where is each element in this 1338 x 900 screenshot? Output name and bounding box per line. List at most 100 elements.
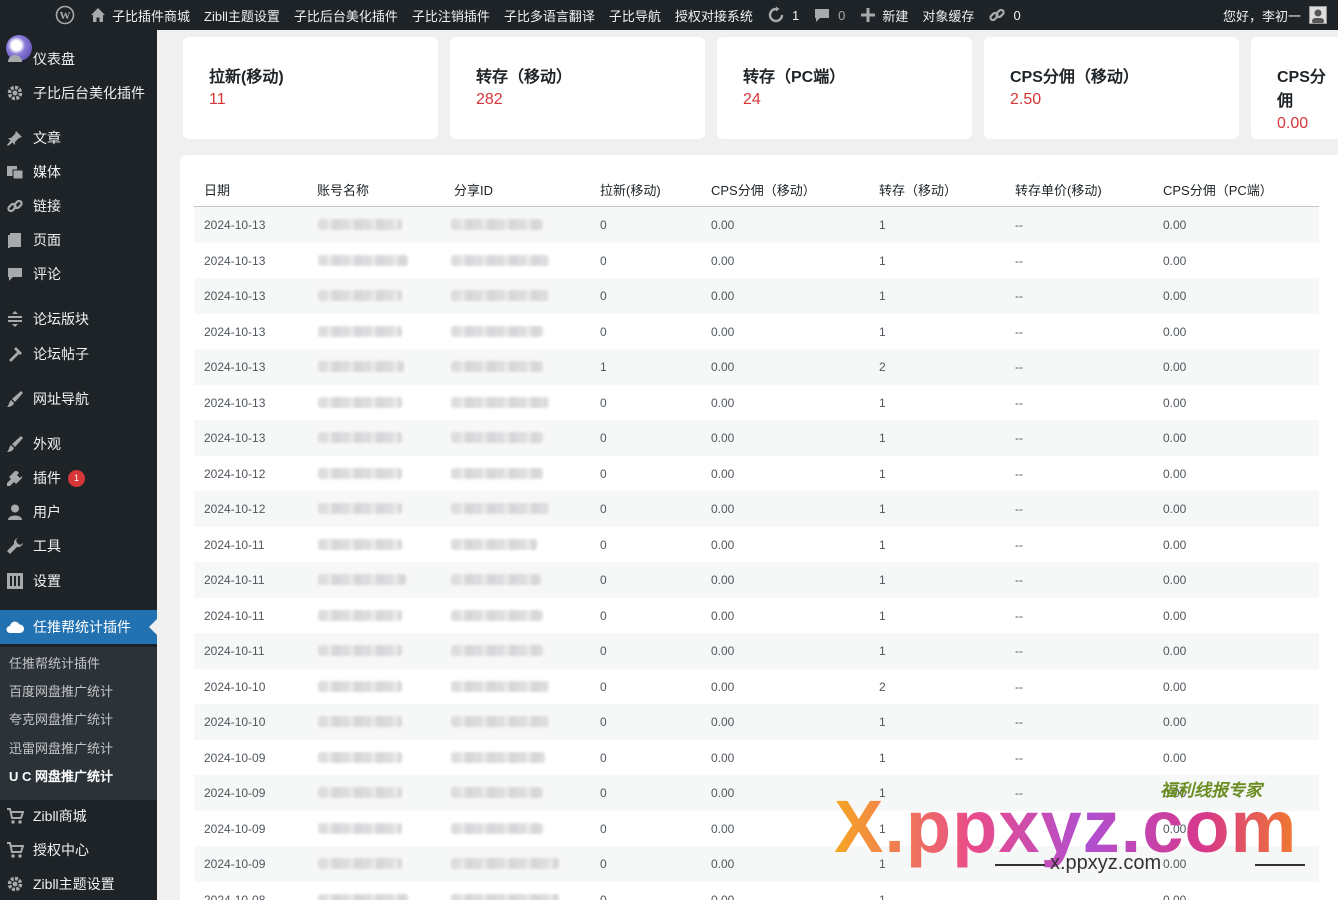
sidebar-item-users[interactable]: 用户 — [0, 495, 157, 529]
cell-cps: 0.00 — [711, 360, 735, 374]
cell-date: 2024-10-13 — [204, 218, 266, 232]
cell-price: -- — [1015, 466, 1023, 481]
submenu-item-overview[interactable]: 任推帮统计插件 — [9, 654, 100, 674]
cell-cpspc: 0.00 — [1163, 715, 1187, 729]
cell-price: -- — [1015, 750, 1023, 765]
stat-card-new-users-mobile: 拉新(移动) 11 — [183, 37, 438, 139]
submenu-item-uc[interactable]: U C 网盘推广统计 — [9, 767, 113, 787]
sidebar-item-dashboard[interactable]: 仪表盘 — [0, 42, 157, 76]
sidebar-item-settings[interactable]: 设置 — [0, 564, 157, 598]
blurred-share-id — [451, 645, 543, 656]
cell-lx: 0 — [600, 324, 607, 339]
adminbar-object-cache[interactable]: 对象缓存 — [915, 0, 981, 30]
cell-date: 2024-10-13 — [204, 431, 266, 445]
sidebar-item-posts[interactable]: 文章 — [0, 121, 157, 155]
cell-price: -- — [1015, 821, 1023, 836]
cell-zc: 1 — [879, 892, 886, 900]
sidebar-item-forum-posts[interactable]: 论坛帖子 — [0, 337, 157, 371]
sidebar-item-plugins[interactable]: 插件 1 — [0, 461, 157, 495]
account-greeting[interactable]: 您好，李初一 — [1216, 0, 1334, 30]
cell-cps: 0.00 — [711, 324, 735, 339]
sidebar-item-forum-sections[interactable]: 论坛版块 — [0, 302, 157, 336]
adminbar-updates[interactable]: 1 — [760, 0, 806, 30]
sidebar-item-appearance[interactable]: 外观 — [0, 427, 157, 461]
updates-count: 1 — [791, 7, 800, 23]
cell-cpspc: 0.00 — [1163, 289, 1187, 303]
blurred-account-name — [318, 503, 402, 514]
cell-date: 2024-10-13 — [204, 324, 266, 339]
cell-lx: 0 — [600, 644, 607, 658]
cell-zc: 1 — [879, 786, 886, 800]
sidebar-item-label: 文章 — [33, 130, 61, 146]
blurred-share-id — [451, 680, 549, 692]
stat-card-saves-pc: 转存（PC端） 24 — [717, 37, 972, 139]
adminbar-item-admin-beautify[interactable]: 子比后台美化插件 — [287, 0, 405, 30]
col-date: 日期 — [204, 183, 231, 198]
sidebar-item-label: 网址导航 — [33, 391, 89, 407]
blurred-account-name — [318, 716, 402, 727]
cell-zc: 1 — [879, 431, 886, 445]
sidebar-item-media[interactable]: 媒体 — [0, 155, 157, 189]
sidebar-item-comments[interactable]: 评论 — [0, 257, 157, 291]
cell-cps: 0.00 — [711, 892, 735, 900]
pin-icon — [5, 128, 25, 148]
cell-lx: 0 — [600, 750, 607, 765]
table-row: 2024-10-13 0 0.00 1 -- 0.00 — [194, 385, 1319, 421]
sidebar-item-admin-beautify[interactable]: 子比后台美化插件 — [0, 76, 157, 110]
col-cps-pc: CPS分佣（PC端） — [1163, 183, 1273, 198]
cell-price: -- — [1015, 537, 1023, 552]
adminbar-item-shop[interactable]: 子比插件商城 — [82, 0, 197, 30]
submenu-item-quark[interactable]: 夸克网盘推广统计 — [9, 710, 113, 730]
table-row: 2024-10-11 0 0.00 1 -- 0.00 — [194, 562, 1319, 598]
stats-table-panel: 日期 账号名称 分享ID 拉新(移动) CPS分佣（移动） 转存（移动） 转存单… — [180, 155, 1338, 900]
sidebar-item-zibll-shop[interactable]: Zibll商城 — [0, 799, 157, 833]
blurred-account-name — [318, 254, 408, 266]
sidebar-item-pages[interactable]: 页面 — [0, 223, 157, 257]
sidebar-item-links[interactable]: 链接 — [0, 189, 157, 223]
sidebar-item-label: 插件 — [33, 470, 61, 486]
blurred-account-name — [318, 219, 402, 230]
table-row: 2024-10-13 1 0.00 2 -- 0.00 — [194, 349, 1319, 385]
cell-cpspc: 0.00 — [1163, 786, 1187, 800]
refresh-icon — [767, 6, 785, 24]
cell-zc: 2 — [879, 679, 886, 694]
adminbar-item-license[interactable]: 授权对接系统 — [668, 0, 760, 30]
adminbar-item-label: 授权对接系统 — [674, 8, 753, 24]
adminbar-item-nav[interactable]: 子比导航 — [602, 0, 668, 30]
blurred-share-id — [451, 538, 537, 550]
cell-cps: 0.00 — [711, 644, 735, 658]
cell-lx: 0 — [600, 821, 607, 836]
adminbar-new[interactable]: 新建 — [852, 0, 915, 30]
cell-cpspc: 0.00 — [1163, 218, 1187, 232]
adminbar-comments[interactable]: 0 — [806, 0, 852, 30]
cell-zc: 1 — [879, 289, 886, 303]
blurred-share-id — [451, 609, 543, 621]
sidebar-item-label: 子比后台美化插件 — [33, 85, 145, 101]
sidebar-item-label: 评论 — [33, 266, 61, 282]
submenu-item-xunlei[interactable]: 迅雷网盘推广统计 — [9, 739, 113, 759]
sidebar-item-label: 任推帮统计插件 — [33, 619, 131, 635]
col-account: 账号名称 — [317, 183, 370, 198]
cell-lx: 0 — [600, 679, 607, 694]
adminbar-links[interactable]: 0 — [981, 0, 1027, 30]
adminbar-item-translate[interactable]: 子比多语言翻译 — [497, 0, 602, 30]
cell-cpspc: 0.00 — [1163, 750, 1187, 765]
submenu-item-baidu[interactable]: 百度网盘推广统计 — [9, 682, 113, 702]
cell-zc: 1 — [879, 466, 886, 481]
sidebar-item-zibll-theme-settings[interactable]: Zibll主题设置 — [0, 867, 157, 900]
svg-text:W: W — [60, 10, 71, 22]
stat-card-cps-pc: CPS分佣 0.00 — [1251, 37, 1338, 139]
adminbar-item-label: 子比插件商城 — [112, 8, 191, 24]
cell-price: -- — [1015, 502, 1023, 516]
sidebar-item-rentuibang[interactable]: 任推帮统计插件 — [0, 610, 157, 644]
sidebar-item-site-nav[interactable]: 网址导航 — [0, 382, 157, 416]
adminbar-item-label: 子比后台美化插件 — [293, 8, 398, 24]
cell-zc: 1 — [879, 821, 886, 836]
adminbar-item-logout-plugin[interactable]: 子比注销插件 — [405, 0, 497, 30]
comment-icon — [813, 6, 831, 24]
wordpress-logo[interactable]: W — [0, 0, 82, 30]
adminbar-item-zibll-settings[interactable]: Zibll主题设置 — [197, 0, 287, 30]
cell-cpspc: 0.00 — [1163, 537, 1187, 552]
sidebar-item-license-center[interactable]: 授权中心 — [0, 833, 157, 867]
sidebar-item-tools[interactable]: 工具 — [0, 529, 157, 563]
